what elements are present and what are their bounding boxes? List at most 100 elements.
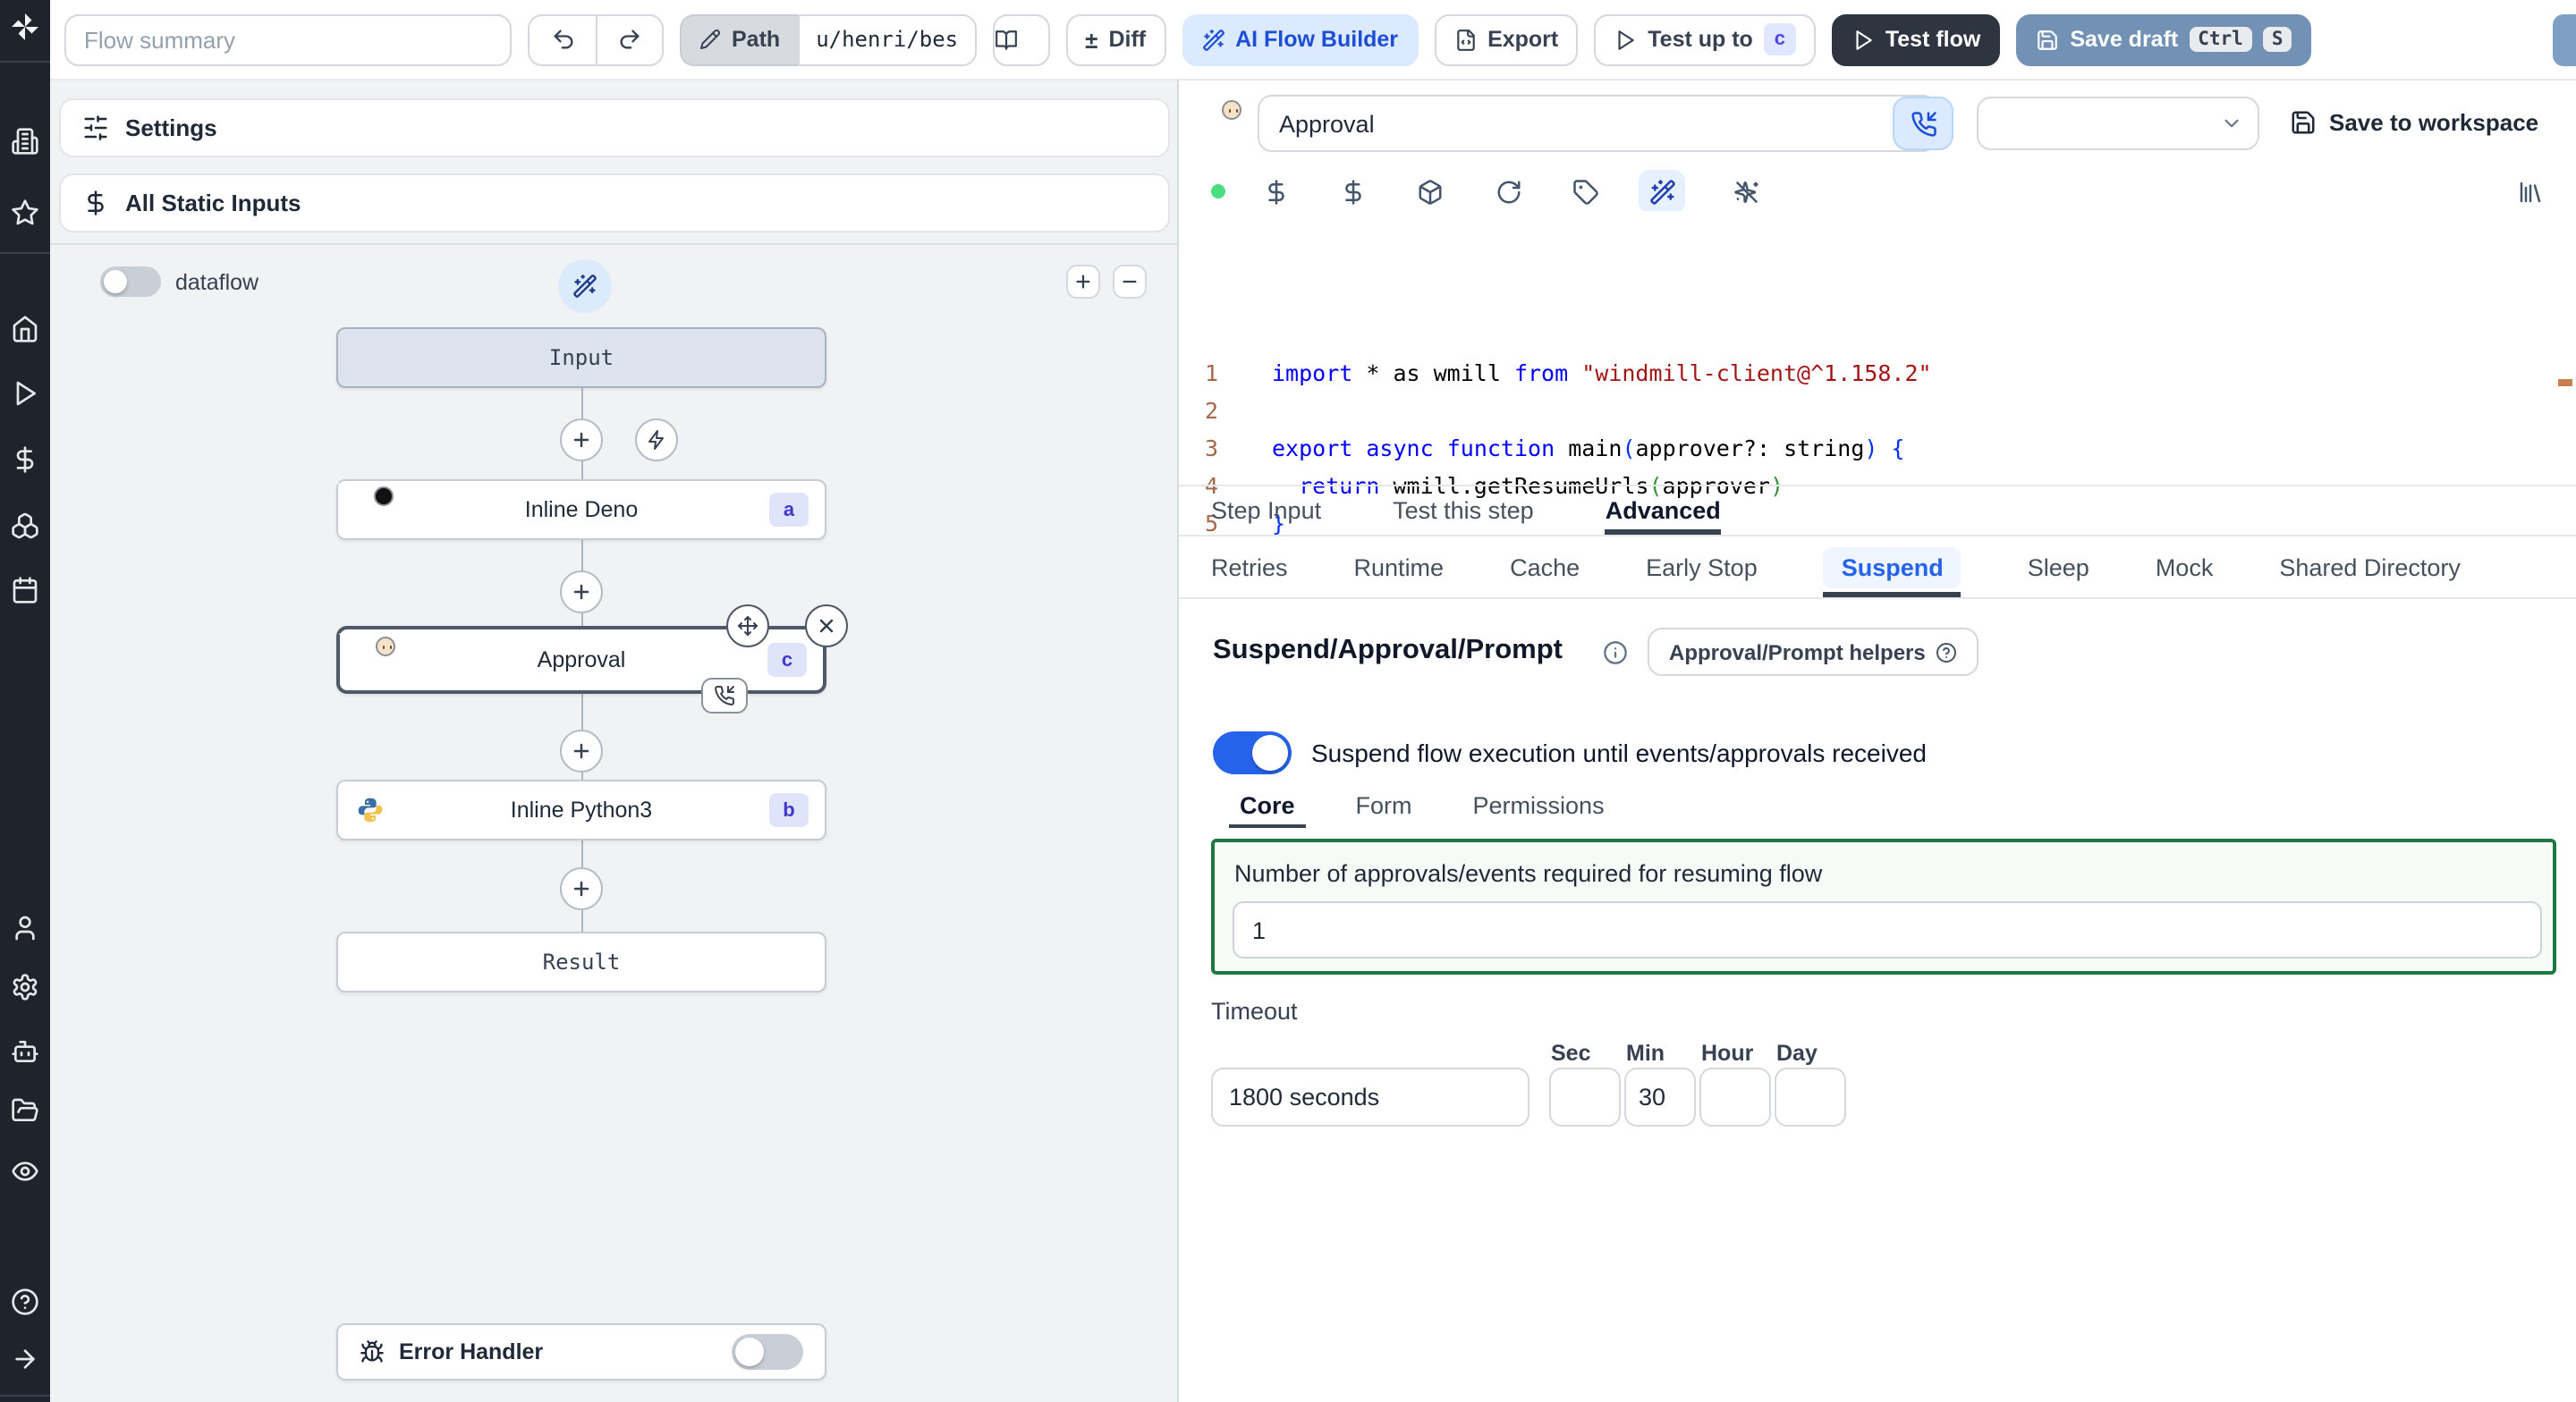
suspend-toggle[interactable] — [1213, 731, 1292, 774]
min-input[interactable] — [1624, 1068, 1696, 1127]
add-trigger-button[interactable] — [635, 418, 678, 461]
flow-settings-row[interactable]: Settings — [59, 98, 1170, 157]
graph-node-input[interactable]: Input — [336, 327, 826, 388]
phone-incoming-icon — [714, 685, 735, 706]
tab-runtime[interactable]: Runtime — [1354, 536, 1445, 597]
tab-form[interactable]: Form — [1356, 781, 1412, 828]
tab-advanced[interactable]: Advanced — [1605, 486, 1721, 535]
add-step-button[interactable] — [560, 418, 603, 461]
deno-badge-icon — [374, 486, 394, 506]
tab-cache[interactable]: Cache — [1510, 536, 1580, 597]
undo-button[interactable] — [528, 13, 596, 65]
tag-button[interactable] — [1562, 170, 1608, 213]
approval-prompt-helpers-button[interactable]: Approval/Prompt helpers — [1648, 628, 1979, 676]
graph-node-inline-python3[interactable]: Inline Python3 b — [336, 780, 826, 840]
runs-play-icon[interactable] — [11, 379, 39, 408]
sparkles-off-button[interactable] — [1723, 170, 1769, 213]
test-flow-button[interactable]: Test flow — [1831, 13, 2001, 65]
workspace-building-icon[interactable] — [11, 127, 39, 156]
dataflow-toggle[interactable] — [100, 266, 161, 297]
expand-arrow-right-icon[interactable] — [11, 1345, 39, 1373]
variables-dollar-button[interactable] — [1329, 170, 1376, 213]
audit-eye-icon[interactable] — [11, 1157, 39, 1186]
tab-early-stop[interactable]: Early Stop — [1646, 536, 1758, 597]
plus-minus-icon: ± — [1085, 26, 1098, 53]
home-icon[interactable] — [11, 315, 39, 343]
graph-node-inline-deno[interactable]: TS Inline Deno a — [336, 479, 826, 540]
path-button[interactable]: Path u/henri/bes — [680, 13, 977, 65]
favorites-star-icon[interactable] — [11, 198, 39, 227]
redo-button[interactable] — [596, 13, 664, 65]
tab-sleep[interactable]: Sleep — [2028, 536, 2089, 597]
flow-summary-input[interactable] — [64, 13, 512, 65]
tab-core[interactable]: Core — [1229, 781, 1306, 828]
assets-dollar-button[interactable] — [1252, 170, 1299, 213]
diff-button[interactable]: ± Diff — [1065, 13, 1166, 65]
workers-bot-icon[interactable] — [11, 1037, 39, 1066]
error-handler-row[interactable]: Error Handler — [336, 1323, 826, 1381]
ai-flow-builder-button[interactable]: AI Flow Builder — [1182, 13, 1419, 65]
tab-shared-directory[interactable]: Shared Directory — [2279, 536, 2461, 597]
sec-input[interactable] — [1549, 1068, 1621, 1127]
save-icon — [2290, 109, 2317, 136]
undo-icon — [550, 27, 575, 52]
export-button[interactable]: Export — [1434, 13, 1579, 65]
schedules-calendar-icon[interactable] — [11, 576, 39, 604]
tab-retries[interactable]: Retries — [1211, 536, 1288, 597]
resources-boxes-icon[interactable] — [11, 511, 39, 540]
hour-input[interactable] — [1699, 1068, 1771, 1127]
delete-node-button[interactable] — [805, 604, 848, 647]
add-step-button[interactable] — [560, 730, 603, 773]
day-input[interactable] — [1775, 1068, 1846, 1127]
sparkles-off-icon — [1733, 178, 1759, 205]
info-icon[interactable] — [1603, 640, 1628, 665]
path-value[interactable]: u/henri/bes — [798, 13, 977, 65]
tab-suspend[interactable]: Suspend — [1823, 536, 1962, 597]
move-node-button[interactable] — [726, 604, 769, 647]
tab-test-this-step[interactable]: Test this step — [1393, 486, 1534, 535]
all-static-inputs-row[interactable]: All Static Inputs — [59, 173, 1170, 232]
step-title-input[interactable] — [1258, 95, 1937, 152]
approval-phone-button[interactable] — [1893, 97, 1953, 150]
approvals-required-label: Number of approvals/events required for … — [1234, 860, 1823, 887]
typescript-deno-icon: TS — [337, 482, 394, 524]
zoom-in-button[interactable] — [1066, 265, 1100, 299]
save-to-workspace-label: Save to workspace — [2329, 109, 2539, 136]
help-circle-icon[interactable] — [11, 1288, 39, 1316]
ai-assistant-button[interactable] — [1639, 170, 1685, 213]
tab-mock[interactable]: Mock — [2156, 536, 2214, 597]
package-button[interactable] — [1406, 170, 1453, 213]
variables-dollar-icon[interactable] — [11, 445, 39, 474]
dataflow-label: dataflow — [175, 270, 259, 295]
reload-button[interactable] — [1485, 170, 1531, 213]
script-version-select[interactable] — [1977, 97, 2259, 150]
static-inputs-label: All Static Inputs — [125, 190, 301, 216]
code-editor[interactable]: 1 import * as wmill from "windmill-client… — [1179, 211, 2576, 536]
deploy-button-partial[interactable] — [2553, 14, 2576, 66]
save-to-workspace-button[interactable]: Save to workspace — [2290, 109, 2538, 136]
zoom-out-button[interactable] — [1113, 265, 1147, 299]
add-step-button[interactable] — [560, 867, 603, 910]
graph-node-result[interactable]: Result — [336, 932, 826, 992]
graph-ai-wand-button[interactable] — [558, 259, 612, 313]
test-up-to-button[interactable]: Test up to c — [1594, 13, 1816, 65]
approvals-required-input[interactable] — [1233, 901, 2542, 959]
windmill-logo-icon[interactable] — [9, 11, 41, 43]
step-badge: c — [1763, 23, 1796, 55]
tab-permissions[interactable]: Permissions — [1473, 781, 1605, 828]
approval-phone-button[interactable] — [701, 678, 748, 714]
folders-icon[interactable] — [11, 1096, 39, 1125]
timeout-seconds-input[interactable] — [1211, 1068, 1530, 1127]
line-number: 1 — [1204, 359, 1218, 386]
add-step-button[interactable] — [560, 570, 603, 613]
user-icon[interactable] — [11, 914, 39, 942]
save-draft-button[interactable]: Save draft Ctrl S — [2016, 13, 2312, 65]
error-handler-toggle[interactable] — [732, 1334, 803, 1370]
error-handler-label: Error Handler — [399, 1339, 544, 1364]
tab-step-input[interactable]: Step Input — [1211, 486, 1321, 535]
docs-book-button[interactable] — [992, 13, 1050, 65]
settings-gear-icon[interactable] — [11, 973, 39, 1001]
pencil-icon — [699, 29, 721, 50]
advanced-tabs: Retries Runtime Cache Early Stop Suspend… — [1179, 536, 2576, 597]
library-logs-button[interactable] — [2506, 170, 2553, 213]
